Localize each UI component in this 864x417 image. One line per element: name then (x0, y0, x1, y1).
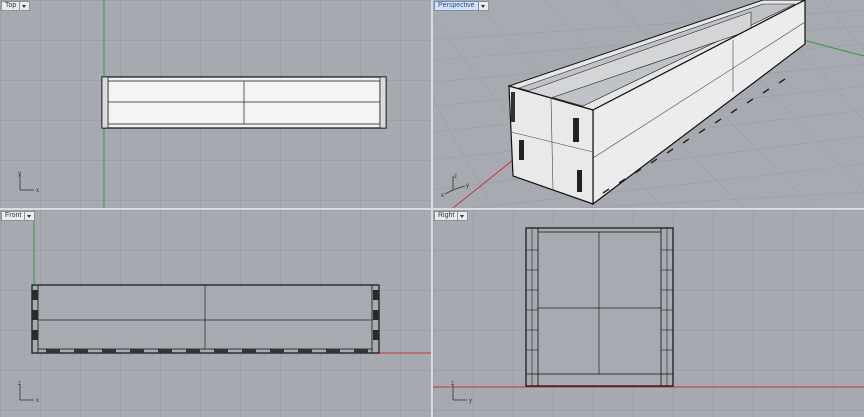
axis-x-label: x (441, 193, 444, 198)
viewport-top-label[interactable]: Top (1, 1, 31, 11)
viewport-perspective-label[interactable]: Perspective (434, 1, 489, 11)
viewport-front[interactable]: z x Front (0, 210, 431, 417)
viewport-right-label[interactable]: Right (434, 211, 469, 221)
box-right-view[interactable] (433, 210, 864, 417)
axis-icon-top: y x (18, 171, 39, 194)
viewport-menu-arrow-icon[interactable] (20, 1, 31, 11)
box-front-view[interactable] (0, 210, 431, 417)
axis-z-label: z (451, 381, 454, 387)
axis-x-label: x (36, 398, 39, 404)
viewport-front-label[interactable]: Front (1, 211, 36, 221)
axis-y-label: y (466, 183, 469, 189)
viewport-title[interactable]: Top (1, 1, 21, 11)
viewport-top[interactable]: y x Top (0, 0, 431, 208)
viewport-perspective[interactable]: z y x Perspective (433, 0, 864, 208)
viewport-title[interactable]: Right (434, 211, 459, 221)
axis-icon-front: z x (18, 381, 39, 404)
viewport-menu-arrow-icon[interactable] (25, 211, 36, 221)
axis-z-label: z (454, 174, 457, 180)
viewport-right[interactable]: z y Right (433, 210, 864, 417)
box-top-view[interactable] (0, 0, 431, 208)
box-perspective-view[interactable] (433, 0, 864, 208)
axis-z-label: z (18, 381, 21, 387)
viewport-title[interactable]: Front (1, 211, 26, 221)
axis-icon-perspective: z y x (441, 174, 469, 198)
viewport-title[interactable]: Perspective (434, 1, 479, 11)
axis-y-label: y (18, 171, 21, 177)
axis-y-label: y (469, 398, 472, 404)
viewport-menu-arrow-icon[interactable] (478, 1, 489, 11)
viewport-menu-arrow-icon[interactable] (458, 211, 469, 221)
axis-x-label: x (36, 188, 39, 194)
axis-icon-right: z y (451, 381, 472, 404)
